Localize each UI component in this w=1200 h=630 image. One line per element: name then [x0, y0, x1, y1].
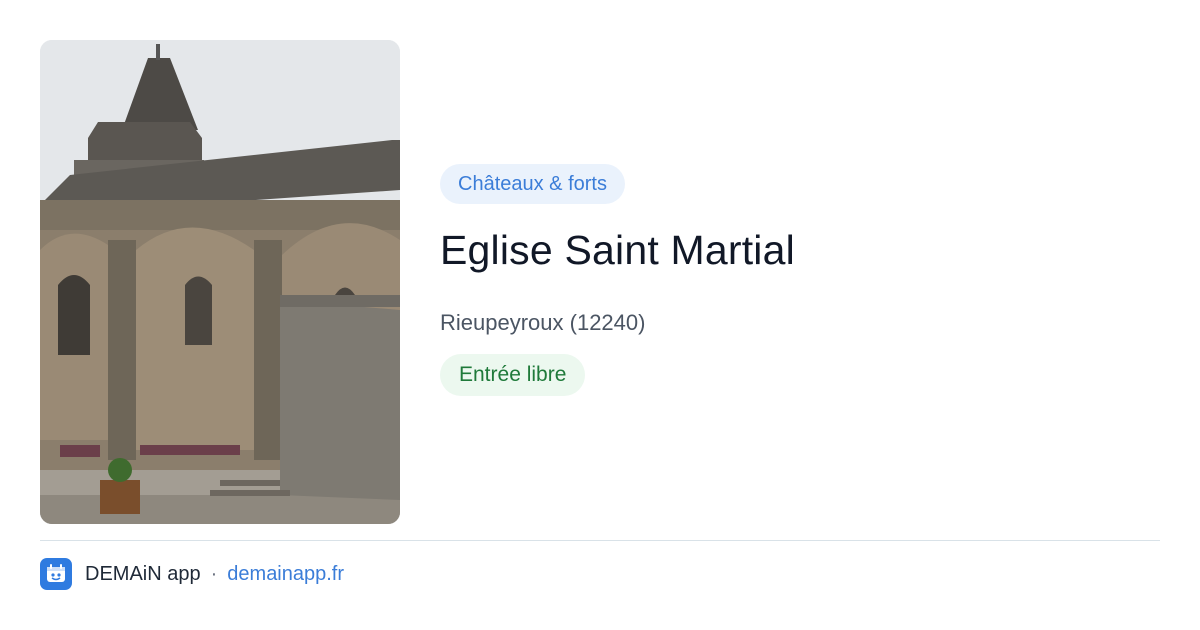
app-website-link[interactable]: demainapp.fr — [227, 563, 344, 586]
place-title: Eglise Saint Martial — [440, 227, 795, 273]
church-image — [40, 40, 400, 524]
place-photo — [40, 40, 400, 524]
place-info: Châteaux & forts Eglise Saint Martial Ri… — [440, 164, 1160, 396]
access-badge: Entrée libre — [440, 354, 586, 396]
footer: DEMAiN app · demainapp.fr — [40, 558, 344, 590]
place-location: Rieupeyroux (12240) — [440, 310, 646, 335]
footer-separator: · — [210, 562, 218, 585]
app-name: DEMAiN app — [85, 562, 201, 585]
footer-divider — [40, 540, 1160, 541]
demain-app-icon — [40, 558, 72, 590]
category-badge: Châteaux & forts — [440, 164, 625, 204]
